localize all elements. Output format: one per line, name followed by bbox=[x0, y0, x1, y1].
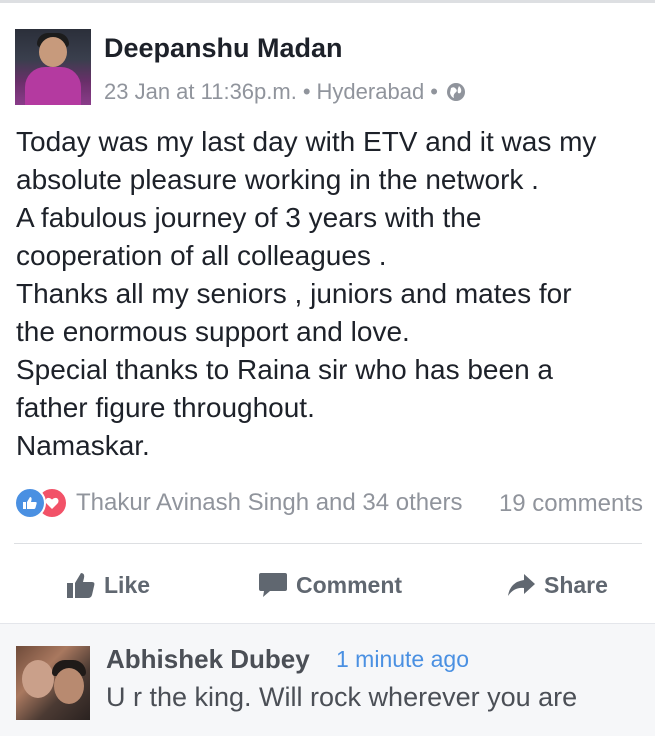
meta-separator: • bbox=[430, 79, 438, 104]
like-button[interactable]: Like bbox=[66, 563, 150, 607]
thumbs-up-icon bbox=[67, 573, 95, 598]
comment-label: Comment bbox=[296, 571, 403, 598]
meta-separator: • bbox=[302, 79, 311, 104]
share-label: Share bbox=[544, 571, 608, 598]
post-text-line: cooperation of all colleagues . bbox=[16, 240, 387, 271]
reactors-text[interactable]: Thakur Avinash Singh and 34 others bbox=[76, 489, 462, 517]
post-date[interactable]: 23 Jan at 11:36p.m. bbox=[104, 79, 297, 105]
avatar-body bbox=[25, 67, 81, 105]
reactions-summary[interactable]: Thakur Avinash Singh and 34 others bbox=[14, 487, 462, 519]
post-text-line: Today was my last day with ETV and it wa… bbox=[16, 126, 597, 157]
post-text-line: father figure throughout. bbox=[16, 392, 315, 423]
post-actions: Like Comment Share bbox=[0, 563, 655, 607]
author-avatar[interactable] bbox=[15, 29, 91, 105]
commenter-name[interactable]: Abhishek Dubey bbox=[106, 644, 310, 675]
avatar-head bbox=[39, 37, 67, 67]
divider bbox=[14, 543, 642, 544]
comment-time[interactable]: 1 minute ago bbox=[336, 646, 469, 673]
post-location[interactable]: Hyderabad bbox=[317, 79, 425, 105]
comment-icon bbox=[259, 573, 287, 597]
avatar-face bbox=[22, 660, 54, 698]
post-text-line: absolute pleasure working in the network… bbox=[16, 164, 539, 195]
post-text-line: Thanks all my seniors , juniors and mate… bbox=[16, 278, 572, 309]
like-reaction-icon bbox=[14, 487, 46, 519]
post-text-line: Namaskar. bbox=[16, 430, 150, 461]
post-text: Today was my last day with ETV and it wa… bbox=[16, 123, 646, 465]
share-icon bbox=[508, 574, 535, 596]
comment-text: U r the king. Will rock wherever you are bbox=[106, 682, 578, 712]
commenter-avatar[interactable] bbox=[16, 646, 90, 720]
post-meta: 23 Jan at 11:36p.m. • Hyderabad • bbox=[104, 79, 466, 105]
post-text-line: A fabulous journey of 3 years with the bbox=[16, 202, 482, 233]
globe-icon bbox=[446, 82, 466, 102]
avatar-face bbox=[54, 668, 84, 704]
like-label: Like bbox=[104, 571, 151, 598]
comments-count[interactable]: 19 comments bbox=[499, 490, 643, 518]
author-name[interactable]: Deepanshu Madan bbox=[104, 33, 343, 64]
comment-item: Abhishek Dubey 1 minute ago U r the king… bbox=[0, 623, 655, 736]
post-card: Deepanshu Madan 23 Jan at 11:36p.m. • Hy… bbox=[0, 3, 655, 623]
post-text-line: the enormous support and love. bbox=[16, 316, 410, 347]
comment-button[interactable]: Comment bbox=[258, 563, 402, 607]
post-text-line: Special thanks to Raina sir who has been… bbox=[16, 354, 553, 385]
share-button[interactable]: Share bbox=[506, 563, 608, 607]
